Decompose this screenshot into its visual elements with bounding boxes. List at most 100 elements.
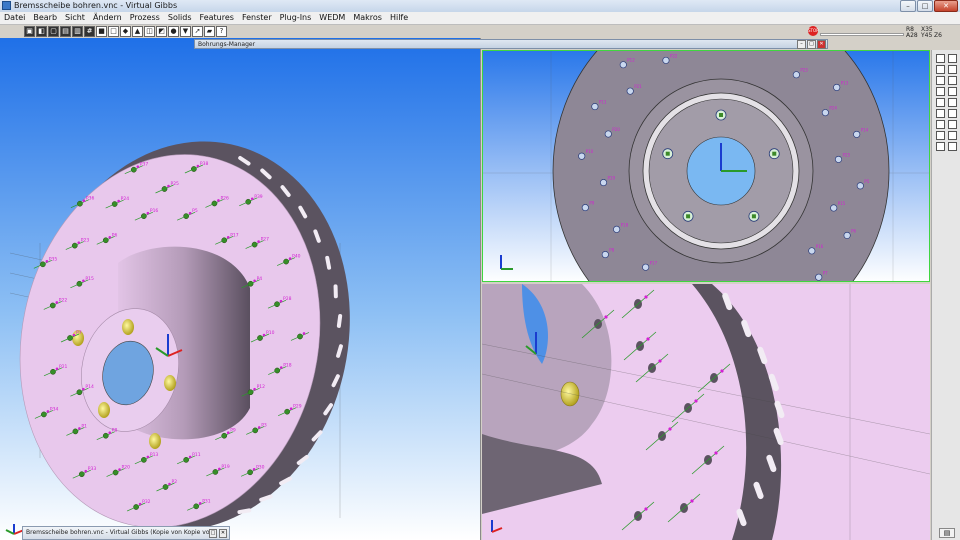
- hole-manager-close-button[interactable]: ✕: [817, 40, 826, 49]
- app-icon[interactable]: [2, 1, 11, 10]
- tool-icon[interactable]: [948, 87, 957, 96]
- tool-icon[interactable]: [936, 54, 945, 63]
- menu-solids[interactable]: Solids: [164, 12, 196, 24]
- drill-hole[interactable]: [792, 71, 800, 79]
- tool-icon[interactable]: [936, 65, 945, 74]
- drill-hole[interactable]: [599, 179, 608, 187]
- cube3-icon[interactable]: ◩: [156, 26, 167, 37]
- tool-icon[interactable]: [936, 87, 945, 96]
- tool-icon[interactable]: [936, 142, 945, 151]
- restore-button[interactable]: □: [209, 529, 217, 538]
- hole-point: [217, 199, 220, 202]
- menu-features[interactable]: Features: [196, 12, 238, 24]
- drill-hole[interactable]: [821, 109, 829, 117]
- hole-point: [82, 387, 85, 391]
- drill-hole[interactable]: [662, 56, 670, 64]
- view2-icon[interactable]: ▥: [72, 26, 83, 37]
- tool-icon[interactable]: [936, 131, 945, 140]
- hole-label: P5: [192, 208, 198, 214]
- tool-icon[interactable]: [948, 120, 957, 129]
- drill-hole[interactable]: [581, 204, 589, 212]
- tool-icon[interactable]: [948, 76, 957, 85]
- drill-hole[interactable]: [619, 61, 627, 69]
- menu-makros[interactable]: Makros: [349, 12, 386, 24]
- stop-button[interactable]: STOP: [808, 26, 819, 36]
- hole-label: P15: [85, 276, 94, 282]
- drill-hole[interactable]: [830, 204, 838, 212]
- zoom-icon[interactable]: ◧: [36, 26, 47, 37]
- menu-datei[interactable]: Datei: [0, 12, 29, 24]
- menu-plug-ins[interactable]: Plug-Ins: [276, 12, 316, 24]
- fit-icon[interactable]: ▢: [48, 26, 59, 37]
- drill-hole[interactable]: [815, 273, 823, 281]
- cube2-icon[interactable]: ◫: [144, 26, 155, 37]
- hole-label: P21: [59, 364, 68, 370]
- perspective-view-canvas[interactable]: P10 P12 P9 P11 P13 P8 P14 P7 P15 P6 P16 P5 P17 P4 P18 P…: [0, 38, 480, 540]
- tool-icon[interactable]: [948, 98, 957, 107]
- drill-hole[interactable]: [843, 231, 851, 239]
- drill-hole[interactable]: [853, 130, 861, 138]
- tool-icon[interactable]: [936, 76, 945, 85]
- coord-z-value: Z6: [934, 32, 942, 39]
- drill-hole[interactable]: [833, 83, 841, 91]
- menu-prozess[interactable]: Prozess: [126, 12, 164, 24]
- menu-wedm[interactable]: WEDM: [315, 12, 349, 24]
- drill-hole[interactable]: [642, 263, 650, 271]
- menu-bearb[interactable]: Bearb: [29, 12, 61, 24]
- viewport-perspective[interactable]: P10 P12 P9 P11 P13 P8 P14 P7 P15 P6 P16 P5 P17 P4 P18 P…: [0, 38, 481, 540]
- hole-point: [644, 507, 648, 511]
- minimized-window[interactable]: Bremsscheibe bohren.vnc - Virtual Gibbs …: [22, 526, 230, 540]
- tool-icon[interactable]: [948, 65, 957, 74]
- hole-label: P4: [257, 276, 263, 282]
- hole-manager-window[interactable]: Bohrungs-Manager – □ ✕: [194, 39, 828, 49]
- drill-hole[interactable]: [626, 87, 634, 95]
- hole-label: P27: [261, 237, 270, 243]
- close-button[interactable]: ✕: [934, 0, 958, 12]
- tool-icon[interactable]: [936, 109, 945, 118]
- hole-label: P5: [864, 179, 869, 184]
- tool-icon[interactable]: [936, 98, 945, 107]
- hole-label: P37: [140, 162, 149, 168]
- hole-manager-maximize-button[interactable]: □: [807, 40, 816, 49]
- tool-icon[interactable]: [948, 109, 957, 118]
- help-icon[interactable]: ?: [216, 26, 227, 37]
- hole-point: [82, 279, 85, 283]
- view-icon[interactable]: ▤: [60, 26, 71, 37]
- drill-hole[interactable]: [834, 155, 843, 163]
- viewport-detail[interactable]: [482, 284, 930, 540]
- tool-icon[interactable]: [948, 131, 957, 140]
- tool-icon[interactable]: [936, 120, 945, 129]
- select-icon[interactable]: ▣: [24, 26, 35, 37]
- drill-hole[interactable]: [613, 225, 621, 233]
- drill-hole[interactable]: [856, 182, 864, 190]
- menu-fenster[interactable]: Fenster: [238, 12, 276, 24]
- layers-icon[interactable]: ▤: [939, 528, 955, 538]
- hole-manager-minimize-button[interactable]: –: [797, 40, 806, 49]
- drill-hole[interactable]: [808, 247, 816, 255]
- shade-icon[interactable]: ■: [96, 26, 107, 37]
- tool-icon[interactable]: [948, 54, 957, 63]
- maximize-button[interactable]: □: [917, 0, 933, 12]
- minimized-close-button[interactable]: ✕: [219, 529, 227, 538]
- solid-icon[interactable]: ◆: [120, 26, 131, 37]
- grid-icon[interactable]: #: [84, 26, 95, 37]
- viewport-front[interactable]: P5 P6 P7 P8 P9 P10 P11 P12 P13 P14 P15 P16 P17 P18 P19…: [482, 50, 930, 282]
- drill-hole[interactable]: [604, 130, 612, 138]
- sphere-icon[interactable]: ●: [168, 26, 179, 37]
- drill-hole[interactable]: [578, 152, 586, 160]
- arrow-icon[interactable]: ➚: [192, 26, 203, 37]
- menu--ndern[interactable]: Ändern: [89, 12, 126, 24]
- minimize-button[interactable]: –: [900, 0, 916, 12]
- wire-icon[interactable]: □: [108, 26, 119, 37]
- hole-point: [262, 333, 266, 337]
- drill-hole[interactable]: [591, 103, 599, 111]
- front-view-canvas[interactable]: P5 P6 P7 P8 P9 P10 P11 P12 P13 P14 P15 P16 P17 P18 P19…: [483, 51, 930, 282]
- menu-hilfe[interactable]: Hilfe: [386, 12, 412, 24]
- save-icon[interactable]: ▰: [204, 26, 215, 37]
- detail-view-canvas[interactable]: [482, 284, 930, 540]
- cube-icon[interactable]: ▲: [132, 26, 143, 37]
- drill-hole[interactable]: [601, 251, 609, 259]
- cone-icon[interactable]: ▼: [180, 26, 191, 37]
- tool-icon[interactable]: [948, 142, 957, 151]
- menu-sicht[interactable]: Sicht: [61, 12, 89, 24]
